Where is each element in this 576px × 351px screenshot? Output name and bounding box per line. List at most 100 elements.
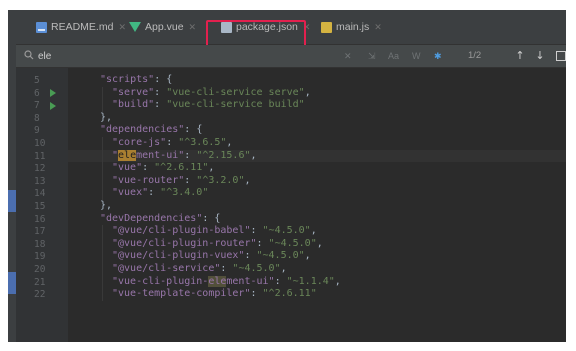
code-line: "@vue/cli-plugin-babel": "~4.5.0", — [112, 225, 317, 238]
punctuation: : — [256, 237, 269, 249]
code-line: }, — [100, 112, 112, 125]
search-match: ele — [208, 275, 227, 287]
code-line: "vuex": "^3.4.0" — [112, 187, 208, 200]
regex-history-icon[interactable]: ⇲ — [368, 48, 376, 64]
line-number: 14 — [34, 188, 46, 200]
line-number: 11 — [34, 150, 46, 162]
indent-guide — [102, 137, 103, 200]
json-key: "serve" — [112, 86, 155, 98]
json-key: "dependencies" — [100, 124, 185, 136]
close-icon[interactable]: ✕ — [118, 22, 126, 33]
punctuation: : { — [154, 74, 173, 85]
line-number: 12 — [34, 163, 46, 175]
punctuation: , — [316, 237, 323, 249]
regex-icon[interactable]: ✱ — [434, 48, 442, 64]
match-count: 1/2 — [468, 50, 482, 61]
code-editor[interactable]: 5 6 7 8 9 10 11 12 13 14 15 16 17 18 19 20 21 22 "scripts… — [16, 68, 566, 342]
punctuation: , — [280, 263, 287, 274]
code-line: "vue-router": "^3.2.0", — [112, 175, 251, 188]
line-number-gutter: 5 6 7 8 9 10 11 12 13 14 15 16 17 18 19 20 21 22 — [16, 68, 68, 342]
clear-search-icon[interactable]: ✕ — [344, 48, 352, 64]
find-options-icon[interactable] — [556, 51, 566, 61]
line-number: 16 — [34, 213, 46, 225]
next-match-icon[interactable]: ↓ — [534, 48, 546, 64]
json-value: "^3.4.0" — [160, 187, 209, 199]
punctuation: : — [142, 162, 155, 174]
punctuation: : { — [202, 212, 221, 224]
code-line: "core-js": "^3.6.5", — [112, 137, 232, 150]
previous-match-icon[interactable]: ↑ — [514, 48, 526, 64]
punctuation: , — [226, 137, 233, 148]
tab-main-js[interactable]: main.js ✕ — [321, 17, 382, 37]
vue-file-icon — [129, 22, 141, 32]
line-number: 8 — [34, 112, 40, 124]
code-line: "vue-cli-plugin-element-ui": "~1.1.4", — [112, 275, 341, 289]
line-number: 10 — [34, 138, 46, 149]
search-icon — [24, 50, 34, 60]
project-selection-marker — [8, 190, 16, 212]
json-key: "vue-router" — [112, 174, 185, 186]
indent-guide — [102, 225, 103, 301]
js-file-icon — [321, 21, 332, 33]
punctuation: }, — [100, 111, 113, 123]
punctuation: , — [304, 86, 311, 98]
line-number: 5 — [34, 75, 40, 86]
punctuation: : — [274, 275, 287, 287]
json-key: ment-ui" — [226, 275, 275, 287]
line-number: 22 — [34, 289, 46, 301]
json-key: "@vue/cli-plugin-vuex" — [112, 250, 245, 262]
json-key: "vuex" — [112, 187, 149, 199]
words-icon[interactable]: W — [412, 48, 421, 64]
punctuation: : { — [184, 124, 203, 136]
code-line: "serve": "vue-cli-service serve", — [112, 87, 311, 100]
json-value: "^2.15.6" — [196, 149, 251, 161]
search-input[interactable] — [38, 48, 288, 64]
line-number: 21 — [34, 276, 46, 288]
json-value: "^2.6.11" — [154, 162, 209, 174]
line-number: 19 — [34, 251, 46, 263]
code-line: "devDependencies": { — [100, 213, 220, 226]
json-value: "vue-cli-service serve" — [166, 86, 305, 98]
tab-label: main.js — [336, 21, 370, 33]
line-number: 17 — [34, 226, 46, 238]
code-line: "@vue/cli-plugin-vuex": "~4.5.0", — [112, 250, 311, 263]
close-icon[interactable]: ✕ — [374, 22, 382, 33]
code-line: "dependencies": { — [100, 124, 202, 137]
punctuation: : — [250, 225, 263, 237]
tab-label: README.md — [51, 21, 114, 33]
code-line: "vue-template-compiler": "^2.6.11" — [112, 288, 317, 301]
tab-app-vue[interactable]: App.vue ✕ — [129, 17, 196, 37]
json-value: "^3.6.5" — [178, 137, 227, 148]
json-value: "vue-cli-service build" — [166, 99, 305, 111]
code-line: }, — [100, 200, 112, 213]
punctuation: : — [166, 137, 179, 148]
json-key: "@vue/cli-service" — [112, 263, 221, 274]
line-number: 9 — [34, 125, 40, 137]
match-case-icon[interactable]: Aa — [388, 48, 399, 64]
punctuation: : — [244, 250, 257, 262]
tab-readme[interactable]: README.md ✕ — [36, 17, 126, 37]
json-value: "~4.5.0" — [268, 237, 317, 249]
punctuation: : — [184, 174, 197, 186]
run-script-icon[interactable] — [50, 89, 56, 98]
punctuation: , — [250, 149, 257, 161]
punctuation: , — [310, 225, 317, 237]
find-bar: ✕ ⇲ Aa W ✱ 1/2 ↑ ↓ — [16, 45, 566, 68]
code-line: "@vue/cli-plugin-router": "~4.5.0", — [112, 238, 323, 251]
json-value: "~1.1.4" — [286, 275, 335, 287]
ide-window: README.md ✕ App.vue ✕ package.json ✕ mai… — [8, 10, 566, 342]
line-number: 13 — [34, 175, 46, 187]
search-match: ele — [118, 149, 137, 161]
punctuation: , — [208, 162, 215, 174]
close-icon[interactable]: ✕ — [189, 22, 197, 33]
code-line: "scripts": { — [100, 74, 172, 87]
line-number: 20 — [34, 264, 46, 275]
json-value: "^3.2.0" — [196, 174, 245, 186]
line-number: 15 — [34, 201, 46, 212]
json-key: "build" — [112, 99, 155, 111]
punctuation: : — [184, 149, 197, 161]
json-key: "vue" — [112, 162, 143, 174]
punctuation: , — [334, 275, 341, 287]
run-script-icon[interactable] — [50, 101, 56, 110]
json-value: "~4.5.0" — [232, 263, 281, 274]
